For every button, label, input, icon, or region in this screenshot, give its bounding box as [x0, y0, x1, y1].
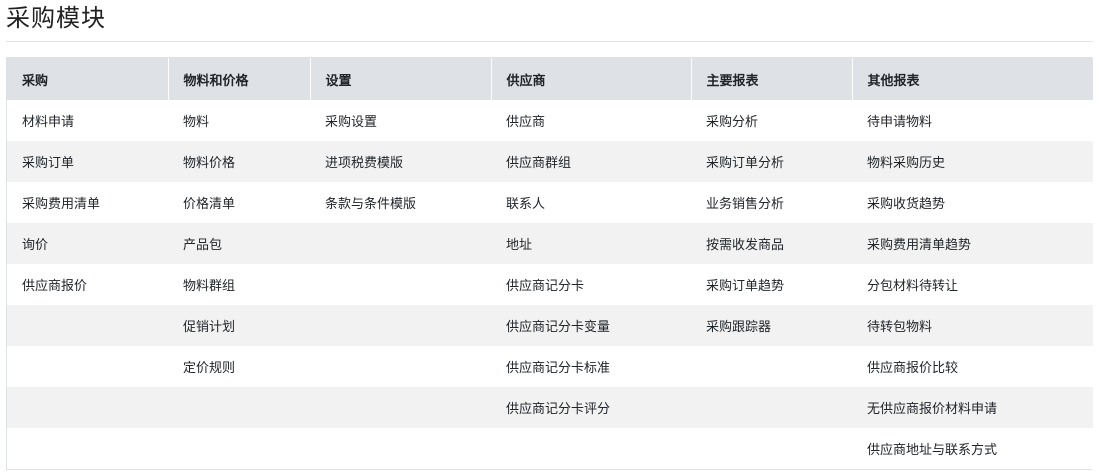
table-row: 定价规则 供应商记分卡标准 供应商报价比较	[7, 346, 1093, 387]
module-link[interactable]: 无供应商报价材料申请	[852, 387, 1093, 428]
table-row: 采购订单 物料价格 进项税费模版 供应商群组 采购订单分析 物料采购历史	[7, 141, 1093, 182]
module-link[interactable]: 价格清单	[168, 182, 310, 223]
column-header-purchasing: 采购	[7, 58, 168, 100]
title-divider	[6, 41, 1093, 42]
module-link[interactable]: 地址	[491, 223, 691, 264]
column-header-supplier: 供应商	[490, 58, 691, 100]
column-header-other-reports: 其他报表	[851, 58, 1093, 100]
module-link[interactable]: 供应商记分卡变量	[491, 305, 691, 346]
module-link[interactable]: 采购设置	[310, 100, 491, 141]
header-row: 采购 物料和价格 设置 供应商 主要报表 其他报表	[7, 58, 1093, 100]
module-link[interactable]: 待转包物料	[852, 305, 1093, 346]
module-link[interactable]: 业务销售分析	[691, 182, 852, 223]
module-link[interactable]: 供应商报价比较	[852, 346, 1093, 387]
empty-cell	[310, 387, 491, 428]
empty-cell	[310, 305, 491, 346]
module-link[interactable]: 供应商记分卡标准	[491, 346, 691, 387]
empty-cell	[310, 428, 491, 469]
module-grid: 采购 物料和价格 设置 供应商 主要报表 其他报表 材料申请 物料 采购设置 供应商采…	[7, 58, 1093, 469]
module-link[interactable]: 促销计划	[168, 305, 310, 346]
module-link[interactable]: 条款与条件模版	[310, 182, 491, 223]
module-link[interactable]: 物料	[168, 100, 310, 141]
module-link[interactable]: 询价	[7, 223, 168, 264]
table-row: 供应商报价 物料群组 供应商记分卡 采购订单趋势 分包材料待转让	[7, 264, 1093, 305]
table-row: 采购费用清单 价格清单 条款与条件模版 联系人 业务销售分析 采购收货趋势	[7, 182, 1093, 223]
module-link[interactable]: 分包材料待转让	[852, 264, 1093, 305]
module-link[interactable]: 采购跟踪器	[691, 305, 852, 346]
module-link[interactable]: 物料群组	[168, 264, 310, 305]
table-row: 供应商地址与联系方式	[7, 428, 1093, 469]
page-title: 采购模块	[6, 4, 106, 32]
empty-cell	[310, 346, 491, 387]
empty-cell	[691, 387, 852, 428]
module-link[interactable]: 采购收货趋势	[852, 182, 1093, 223]
module-link[interactable]: 进项税费模版	[310, 141, 491, 182]
module-link[interactable]: 采购费用清单趋势	[852, 223, 1093, 264]
table-row: 询价 产品包 地址 按需收发商品 采购费用清单趋势	[7, 223, 1093, 264]
module-link[interactable]: 物料采购历史	[852, 141, 1093, 182]
module-link[interactable]: 待申请物料	[852, 100, 1093, 141]
module-link[interactable]: 采购费用清单	[7, 182, 168, 223]
empty-cell	[310, 223, 491, 264]
empty-cell	[7, 346, 168, 387]
module-link[interactable]: 采购订单趋势	[691, 264, 852, 305]
column-header-main-reports: 主要报表	[690, 58, 852, 100]
module-link[interactable]: 供应商记分卡评分	[491, 387, 691, 428]
empty-cell	[7, 305, 168, 346]
empty-cell	[491, 428, 691, 469]
module-link[interactable]: 供应商地址与联系方式	[852, 428, 1093, 469]
module-link[interactable]: 采购订单分析	[691, 141, 852, 182]
module-link[interactable]: 供应商记分卡	[491, 264, 691, 305]
column-header-items-and-pricing: 物料和价格	[167, 58, 310, 100]
module-link[interactable]: 按需收发商品	[691, 223, 852, 264]
grid-body: 材料申请 物料 采购设置 供应商 采购分析 待申请物料 采购订单 物料价格 进项税费模版 供应商群…	[7, 100, 1093, 469]
module-link[interactable]: 物料价格	[168, 141, 310, 182]
empty-cell	[691, 346, 852, 387]
module-link[interactable]: 供应商	[491, 100, 691, 141]
module-grid-container: 采购 物料和价格 设置 供应商 主要报表 其他报表 材料申请 物料 采购设置 供应商采…	[6, 57, 1093, 470]
module-link[interactable]: 采购分析	[691, 100, 852, 141]
module-link[interactable]: 材料申请	[7, 100, 168, 141]
empty-cell	[691, 428, 852, 469]
module-link[interactable]: 定价规则	[168, 346, 310, 387]
empty-cell	[7, 428, 168, 469]
table-row: 供应商记分卡评分 无供应商报价材料申请	[7, 387, 1093, 428]
empty-cell	[168, 428, 310, 469]
empty-cell	[310, 264, 491, 305]
table-row: 材料申请 物料 采购设置 供应商 采购分析 待申请物料	[7, 100, 1093, 141]
module-link[interactable]: 产品包	[168, 223, 310, 264]
module-link[interactable]: 供应商报价	[7, 264, 168, 305]
module-link[interactable]: 供应商群组	[491, 141, 691, 182]
module-link[interactable]: 采购订单	[7, 141, 168, 182]
table-row: 促销计划 供应商记分卡变量 采购跟踪器 待转包物料	[7, 305, 1093, 346]
column-header-settings: 设置	[309, 58, 491, 100]
empty-cell	[168, 387, 310, 428]
module-link[interactable]: 联系人	[491, 182, 691, 223]
empty-cell	[7, 387, 168, 428]
